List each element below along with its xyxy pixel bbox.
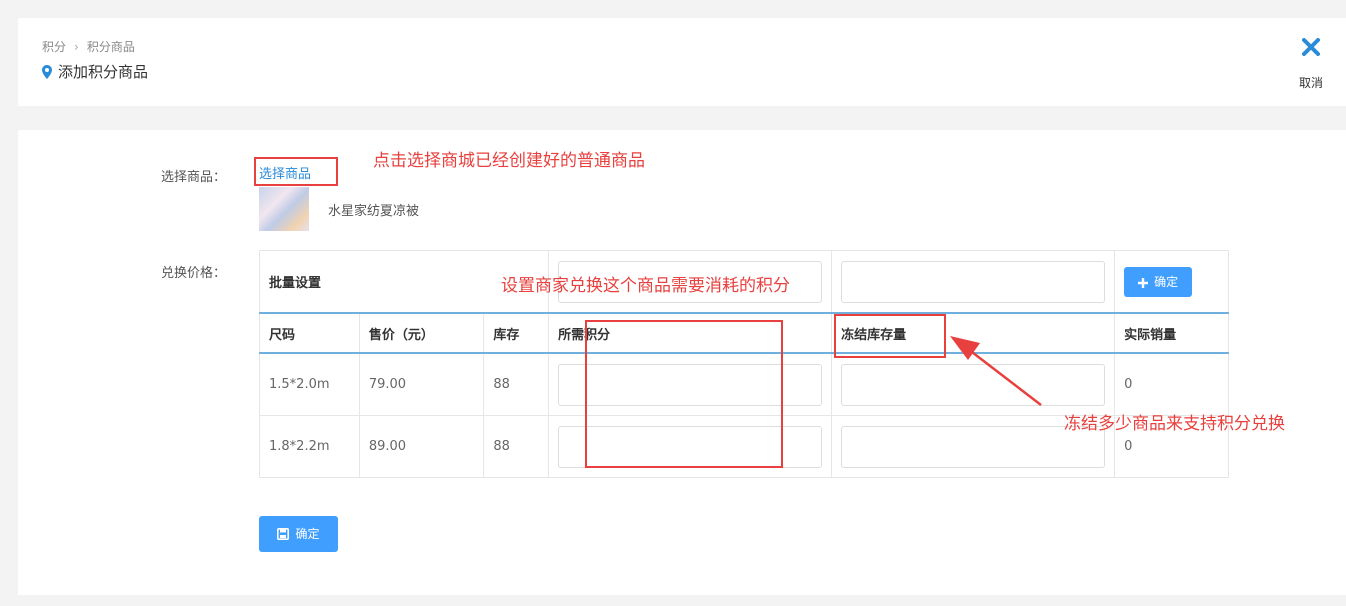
annotation-arrow: [950, 336, 1042, 406]
